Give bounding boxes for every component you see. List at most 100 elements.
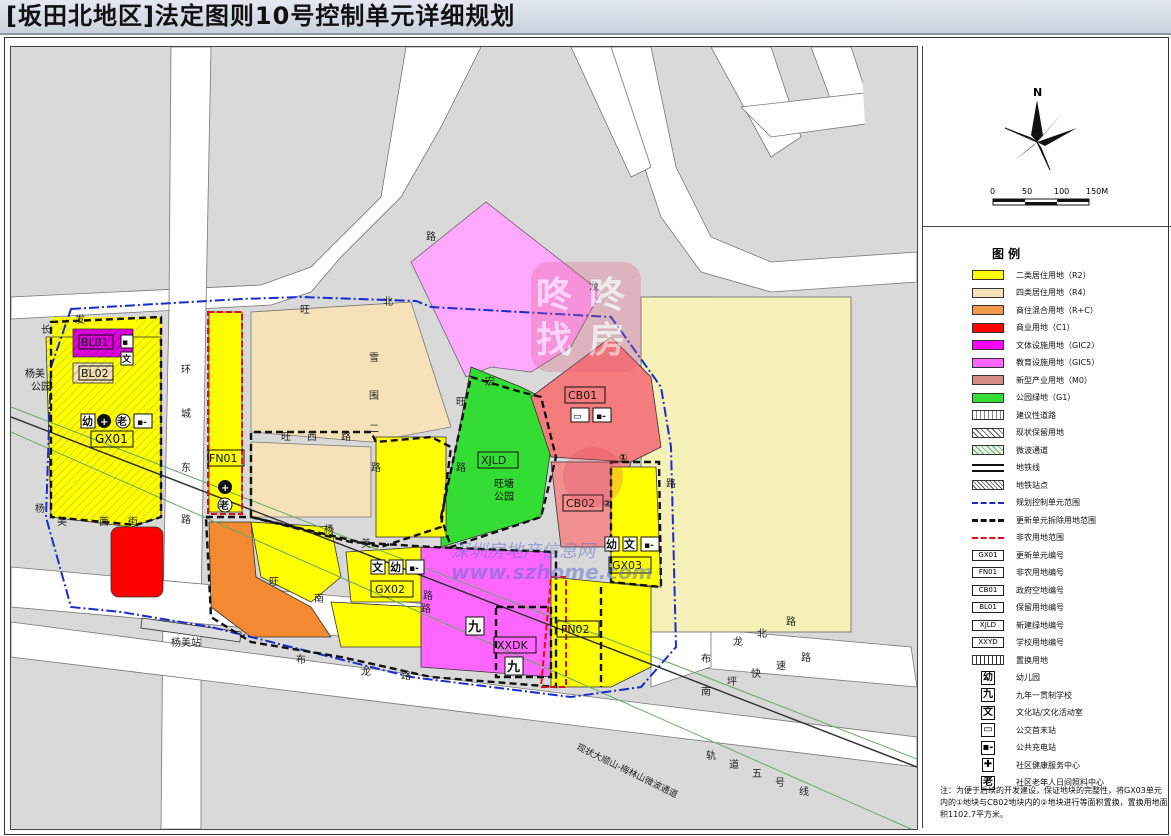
school-icon-1: 九 [467, 620, 481, 635]
station-label: 杨美站 [171, 636, 201, 649]
culture-icon-gx02: 文 [372, 560, 384, 574]
legend-label: 更新单元编号 [1016, 550, 1064, 560]
road-label: 围 [369, 390, 379, 402]
legend-label: 建议性道路 [1016, 410, 1056, 420]
legend-item: BL01 保留用地编号 [972, 601, 1064, 615]
legend-item: 地铁站点 [972, 478, 1048, 492]
legend-label: 地铁站点 [1016, 480, 1048, 490]
parcel-xjld: XJLD [481, 454, 506, 467]
road-label: 旺 [269, 577, 279, 588]
legend-item: 规划控制单元范围 [972, 496, 1080, 510]
road-label: 环 [181, 365, 191, 376]
legend-code-box: XJLD [972, 619, 1004, 631]
park-label-2: 公园 [494, 491, 514, 503]
legend-swatch [972, 480, 1004, 490]
school-icon-2: 九 [506, 660, 520, 675]
road-label: 路 [801, 651, 811, 664]
road-label: 南 [701, 685, 711, 698]
health-icon: + [100, 417, 108, 428]
legend-item: 商住混合用地（R+C） [972, 303, 1098, 317]
marker-1: ① [619, 453, 627, 464]
road-label: 路 [456, 461, 466, 474]
svg-text:150M: 150M [1086, 187, 1108, 196]
legend-item: 地铁线 [972, 461, 1040, 475]
legend-label: 政府空地编号 [1016, 585, 1064, 595]
road-label: 西 [307, 432, 317, 443]
map-area[interactable]: BL01 BL02 GX01 FN01 XJLD CB01 CB02 GX02 … [10, 46, 918, 830]
culture-icon-bl01: 文 [121, 353, 132, 365]
legend-swatch [972, 305, 1004, 315]
road-label: 东 [181, 461, 191, 474]
parcel-gx02: GX02 [375, 583, 405, 596]
svg-text:深圳房地产信息网: 深圳房地产信息网 [451, 541, 597, 562]
legend-item: 文 文化站/文化活动室 [972, 705, 1083, 720]
elderly-icon: 老 [116, 415, 127, 428]
legend-label: 四类居住用地（R4） [1016, 288, 1091, 297]
legend-item: 文体设施用地（GIC2） [972, 338, 1099, 352]
svg-text:100: 100 [1054, 187, 1069, 196]
legend-label: 保留用地编号 [1016, 603, 1064, 612]
legend-item: 非农用地范围 [972, 531, 1064, 545]
legend-label: 文体设施用地（GIC2） [1016, 340, 1100, 350]
title-bar: [坂田北地区]法定图则10号控制单元详细规划 [0, 0, 1171, 35]
legend-swatch [972, 536, 1004, 539]
legend-label: 规划控制单元范围 [1016, 498, 1080, 507]
legend-swatch [972, 501, 1004, 504]
road-label: 街 [128, 515, 138, 528]
legend-item: 现状保留用地 [972, 426, 1064, 440]
legend-label: 公交首末站 [1016, 725, 1056, 735]
road-label: 路 [341, 430, 351, 443]
legend-title: 图 例 [992, 247, 1021, 261]
road-label: 龙 [361, 665, 371, 678]
legend-label: 教育设施用地（GIC5） [1016, 358, 1100, 367]
legend-item: GX01 更新单元编号 [972, 548, 1064, 562]
legend-code-box: CB01 [972, 584, 1004, 596]
charging-icon-gx03: ▪- [644, 541, 654, 551]
road-label: 二 [369, 424, 379, 435]
legend-item: ▭ 公交首末站 [972, 723, 1056, 737]
svg-text:咚: 咚 [536, 275, 573, 316]
legend-label: 微波通道 [1016, 445, 1048, 455]
road-label: 号 [775, 777, 785, 789]
legend-item: CB01 政府空地编号 [972, 583, 1064, 597]
legend-label: 地铁线 [1016, 463, 1040, 472]
legend-item: XJLD 新建绿地编号 [972, 618, 1064, 632]
legend-item: 新型产业用地（M0） [972, 373, 1092, 387]
parcel-gx01: GX01 [95, 432, 128, 446]
legend-item: 九 九年一贯制学校 [972, 688, 1072, 702]
road-label: 北 [757, 628, 767, 640]
legend-item: 商业用地（C1） [972, 321, 1075, 335]
road-label: 南 [314, 592, 324, 605]
legend-item: 建议性道路 [972, 408, 1056, 422]
road-label: 速 [776, 660, 786, 672]
legend-swatch [972, 287, 1004, 298]
svg-text:找: 找 [536, 320, 572, 361]
road-label: 旺 [281, 432, 291, 443]
north-label: N [1033, 86, 1042, 99]
legend-label: 非农用地范围 [1016, 533, 1064, 542]
health-icon-fn01: + [221, 483, 229, 494]
legend-label: 文化站/文化活动室 [1016, 708, 1083, 717]
legend-code-box: FN01 [972, 567, 1004, 578]
legend-swatch [972, 445, 1004, 455]
charging-icon: ▪- [137, 418, 147, 428]
legend-swatch [972, 357, 1004, 368]
parcel-bl01: BL01 [81, 336, 109, 349]
road-label: 坪 [727, 675, 737, 688]
yangmei-park-1: 杨美 [25, 367, 45, 380]
road-label: 路 [181, 513, 191, 526]
legend-item: ▪- 公共充电站 [972, 740, 1056, 755]
legend-label: 现状保留用地 [1016, 428, 1064, 437]
legend-item: 置换用地 [972, 653, 1048, 667]
svg-text:咚: 咚 [589, 275, 626, 316]
kindergarten-icon-gx02: 幼 [390, 560, 401, 574]
legend-swatch [972, 322, 1004, 333]
legend-item: FN01 非农用地编号 [972, 566, 1064, 580]
parcel-fn01: FN01 [209, 452, 238, 465]
road-label: 路 [786, 615, 796, 628]
legend-symbol-icon: ▭ [981, 723, 995, 737]
legend-label: 新建绿地编号 [1016, 620, 1064, 630]
legend-item: 四类居住用地（R4） [972, 286, 1091, 300]
legend-item: XXYD 学校用地编号 [972, 636, 1064, 650]
road-label: 线 [799, 785, 809, 798]
